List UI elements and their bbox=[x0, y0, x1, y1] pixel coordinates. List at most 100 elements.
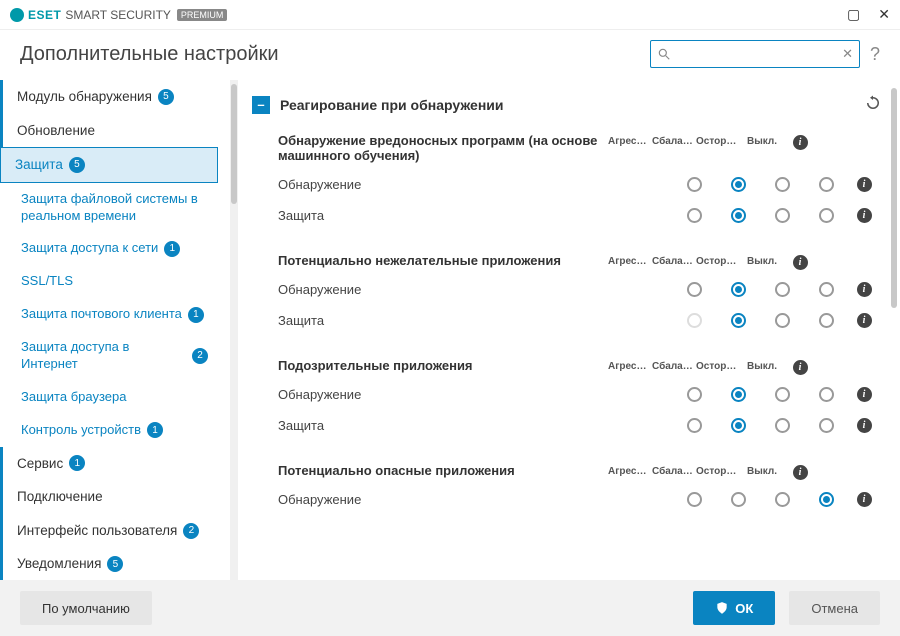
sidebar-item[interactable]: SSL/TLS bbox=[0, 265, 218, 298]
info-icon[interactable]: i bbox=[793, 255, 808, 270]
sidebar-item-label: Защита bbox=[15, 156, 63, 174]
sidebar-item[interactable]: Защита5 bbox=[0, 147, 218, 183]
setting-name: Обнаружение bbox=[278, 177, 672, 192]
setting-name: Защита bbox=[278, 313, 672, 328]
sidebar-item[interactable]: Уведомления5 bbox=[0, 547, 218, 580]
sidebar-item[interactable]: Защита почтового клиента1 bbox=[0, 298, 218, 331]
main-scrollbar[interactable] bbox=[890, 88, 898, 572]
radio-option[interactable] bbox=[819, 177, 834, 192]
radio-option bbox=[687, 313, 702, 328]
sidebar-item[interactable]: Контроль устройств1 bbox=[0, 414, 218, 447]
radio-option[interactable] bbox=[819, 208, 834, 223]
radio-option[interactable] bbox=[775, 313, 790, 328]
radio-option[interactable] bbox=[731, 313, 746, 328]
brand-logo-icon bbox=[10, 8, 24, 22]
setting-row: Обнаружение i bbox=[248, 169, 886, 200]
info-icon[interactable]: i bbox=[793, 360, 808, 375]
info-icon[interactable]: i bbox=[857, 177, 872, 192]
info-icon[interactable]: i bbox=[793, 465, 808, 480]
brand-badge: PREMIUM bbox=[177, 9, 228, 21]
sidebar-item-label: Защита почтового клиента bbox=[21, 306, 182, 323]
radio-option[interactable] bbox=[731, 208, 746, 223]
column-header: Осторо... bbox=[696, 466, 740, 477]
radio-option[interactable] bbox=[819, 387, 834, 402]
info-icon[interactable]: i bbox=[857, 418, 872, 433]
info-icon[interactable]: i bbox=[857, 313, 872, 328]
radio-option[interactable] bbox=[687, 177, 702, 192]
radio-option[interactable] bbox=[775, 387, 790, 402]
sidebar-item[interactable]: Защита доступа в Интернет 2 bbox=[0, 331, 218, 381]
radio-option[interactable] bbox=[731, 492, 746, 507]
badge: 2 bbox=[192, 348, 208, 364]
badge: 1 bbox=[164, 241, 180, 257]
badge: 2 bbox=[183, 523, 199, 539]
info-icon[interactable]: i bbox=[857, 208, 872, 223]
column-header: Осторо... bbox=[696, 136, 740, 147]
sidebar-item[interactable]: Сервис1 bbox=[0, 447, 218, 481]
radio-option[interactable] bbox=[687, 492, 702, 507]
badge: 1 bbox=[147, 422, 163, 438]
column-header: Агресси... bbox=[608, 361, 652, 372]
sidebar-item-label: Уведомления bbox=[17, 555, 101, 573]
radio-option[interactable] bbox=[687, 282, 702, 297]
help-button[interactable]: ? bbox=[870, 44, 880, 65]
column-header: Сбалан... bbox=[652, 466, 696, 477]
sidebar-item-label: Защита доступа в Интернет bbox=[21, 339, 186, 373]
column-header: Выкл. bbox=[740, 361, 784, 372]
search-box[interactable]: ✕ bbox=[650, 40, 860, 68]
setting-row: Защитаi bbox=[248, 410, 886, 441]
radio-option[interactable] bbox=[687, 208, 702, 223]
sidebar-item-label: Модуль обнаружения bbox=[17, 88, 152, 106]
radio-option[interactable] bbox=[687, 418, 702, 433]
panel-title: Реагирование при обнаружении bbox=[280, 97, 504, 113]
undo-icon[interactable] bbox=[864, 94, 882, 115]
sidebar-item[interactable]: Защита доступа к сети1 bbox=[0, 232, 218, 265]
radio-option[interactable] bbox=[819, 282, 834, 297]
section-title: Подозрительные приложения bbox=[248, 352, 608, 379]
radio-option[interactable] bbox=[731, 387, 746, 402]
info-icon[interactable]: i bbox=[857, 492, 872, 507]
radio-option[interactable] bbox=[819, 313, 834, 328]
footer: По умолчанию ОК Отмена bbox=[0, 580, 900, 636]
setting-row: Защита i bbox=[248, 305, 886, 336]
info-icon[interactable]: i bbox=[857, 387, 872, 402]
sidebar-item[interactable]: Модуль обнаружения 5 bbox=[0, 80, 218, 114]
ok-label: ОК bbox=[735, 601, 753, 616]
radio-option[interactable] bbox=[775, 177, 790, 192]
badge: 5 bbox=[158, 89, 174, 105]
setting-row: Обнаружениеi bbox=[248, 274, 886, 305]
titlebar: ESET SMART SECURITY PREMIUM ▢ ✕ bbox=[0, 0, 900, 30]
column-header: Агресси... bbox=[608, 466, 652, 477]
info-icon[interactable]: i bbox=[793, 135, 808, 150]
sidebar-item[interactable]: Подключение bbox=[0, 480, 218, 514]
column-header: Осторо... bbox=[696, 256, 740, 267]
sidebar-item[interactable]: Защита файловой системы в реальном време… bbox=[0, 183, 218, 233]
collapse-button[interactable]: – bbox=[252, 96, 270, 114]
radio-option[interactable] bbox=[731, 418, 746, 433]
header: Дополнительные настройки ✕ ? bbox=[0, 30, 900, 80]
setting-name: Обнаружение bbox=[278, 387, 672, 402]
radio-option[interactable] bbox=[731, 282, 746, 297]
sidebar-item[interactable]: Интерфейс пользователя2 bbox=[0, 514, 218, 548]
radio-option[interactable] bbox=[819, 418, 834, 433]
info-icon[interactable]: i bbox=[857, 282, 872, 297]
search-input[interactable] bbox=[671, 47, 842, 61]
window-close-icon[interactable]: ✕ bbox=[878, 6, 890, 23]
radio-option[interactable] bbox=[731, 177, 746, 192]
brand-eset: ESET bbox=[28, 8, 61, 22]
sidebar-scrollbar[interactable] bbox=[230, 80, 238, 580]
radio-option[interactable] bbox=[819, 492, 834, 507]
search-clear-icon[interactable]: ✕ bbox=[842, 46, 853, 62]
setting-row: Обнаружение i bbox=[248, 379, 886, 410]
column-header: Выкл. bbox=[740, 466, 784, 477]
radio-option[interactable] bbox=[775, 208, 790, 223]
radio-option[interactable] bbox=[775, 282, 790, 297]
window-maximize-icon[interactable]: ▢ bbox=[847, 6, 860, 23]
sidebar-item-label: Обновление bbox=[17, 122, 95, 140]
radio-option[interactable] bbox=[775, 492, 790, 507]
radio-option[interactable] bbox=[687, 387, 702, 402]
search-icon bbox=[657, 47, 671, 61]
sidebar-item[interactable]: Обновление bbox=[0, 114, 218, 148]
radio-option[interactable] bbox=[775, 418, 790, 433]
sidebar-item[interactable]: Защита браузера bbox=[0, 381, 218, 414]
